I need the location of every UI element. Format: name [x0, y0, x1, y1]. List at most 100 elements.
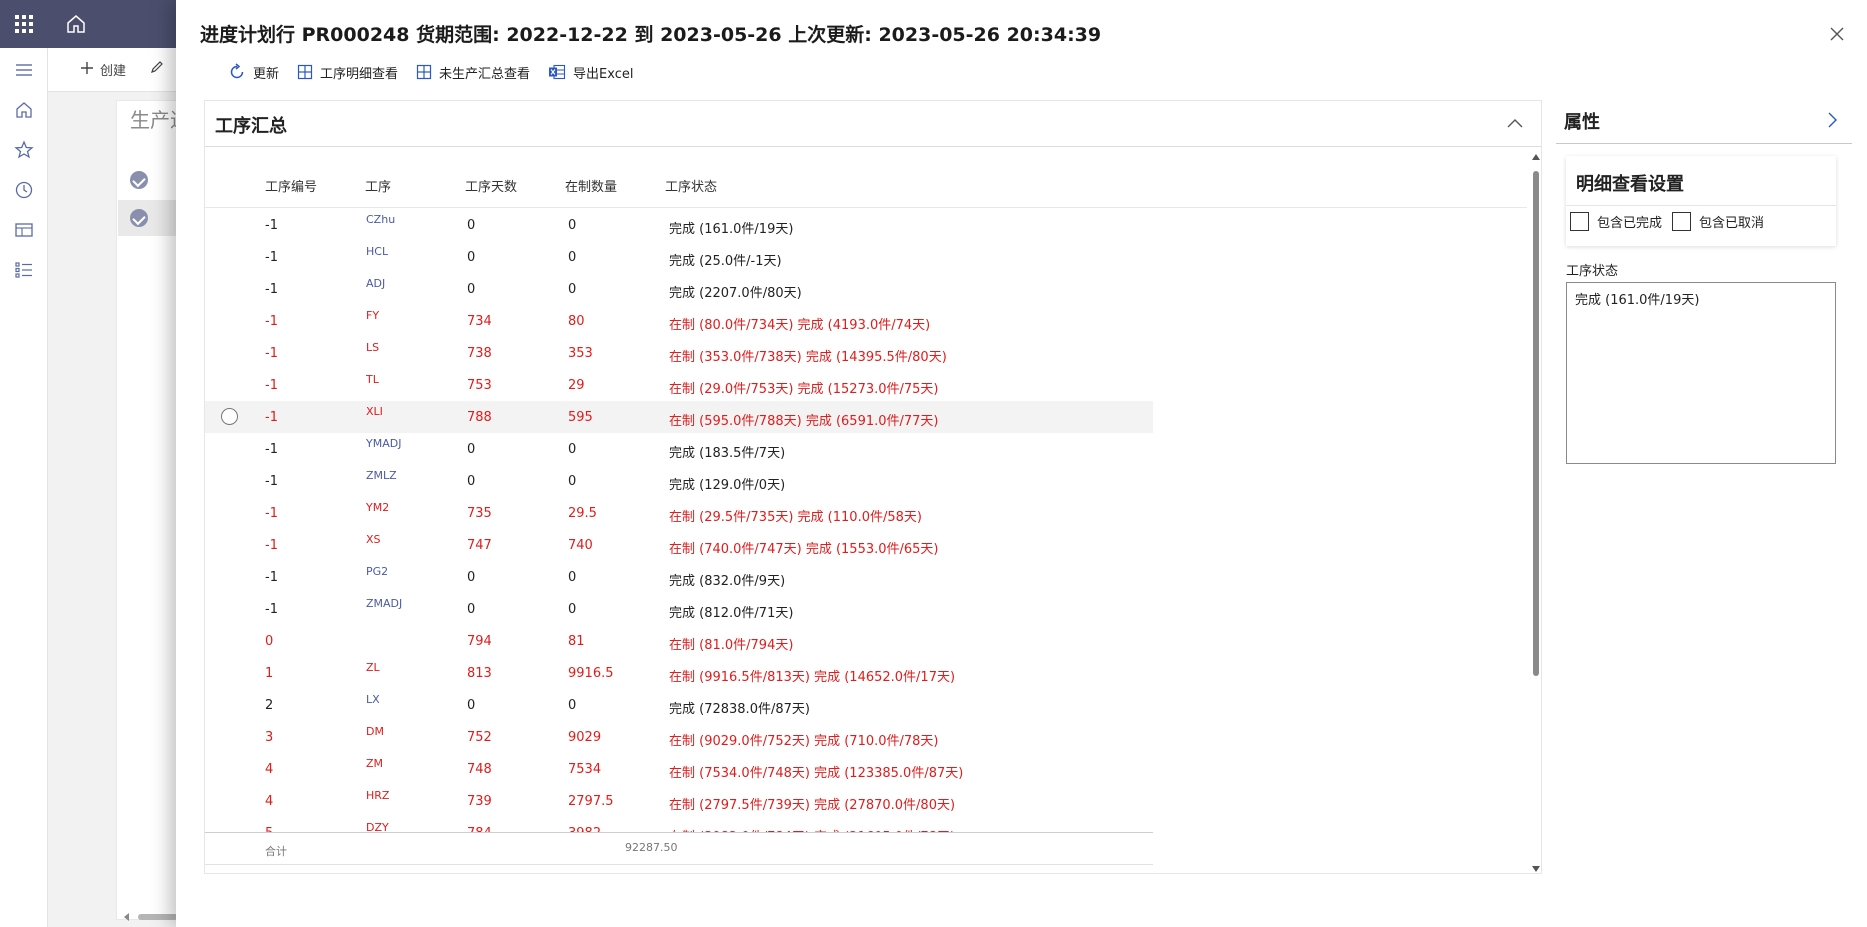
- process-status-cell: 完成 (129.0件/0天): [669, 478, 786, 493]
- list-icon[interactable]: [14, 260, 34, 280]
- include-completed-checkbox[interactable]: 包含已完成: [1570, 212, 1662, 231]
- table-row[interactable]: -1 XS 747 740 在制 (740.0件/747天) 完成 (1553.0件/6…: [205, 529, 1153, 561]
- process-status-cell: 完成 (812.0件/71天): [669, 606, 794, 621]
- process-status-cell: 在制 (9029.0件/752天) 完成 (710.0件/78天): [669, 734, 939, 749]
- unproduced-summary-button[interactable]: 未生产汇总查看: [416, 63, 530, 82]
- plus-icon: [80, 61, 94, 79]
- process-code-cell: -1: [265, 442, 278, 457]
- column-header-status[interactable]: 工序状态: [665, 176, 717, 195]
- excel-icon: [548, 64, 566, 80]
- home-icon[interactable]: [14, 100, 34, 120]
- column-header-days[interactable]: 工序天数: [465, 176, 517, 195]
- process-days-cell: 0: [467, 570, 476, 585]
- table-row[interactable]: 4 HRZ 739 2797.5 在制 (2797.5件/739天) 完成 (27870…: [205, 785, 1153, 817]
- home-icon[interactable]: [64, 12, 88, 36]
- column-header-wip-qty[interactable]: 在制数量: [565, 176, 617, 195]
- refresh-button[interactable]: 更新: [228, 63, 279, 82]
- chevron-right-icon[interactable]: [1822, 110, 1842, 130]
- wip-qty-cell: 0: [568, 474, 577, 489]
- process-days-cell: 752: [467, 730, 492, 745]
- grid-footer-row: 合计 92287.50: [205, 832, 1153, 865]
- chevron-up-icon[interactable]: [1505, 114, 1525, 134]
- grid-vertical-scrollbar[interactable]: [1530, 151, 1542, 873]
- detail-view-settings-card: 明细查看设置 包含已完成 包含已取消: [1566, 156, 1836, 246]
- process-days-cell: 734: [467, 314, 492, 329]
- process-days-cell: 735: [467, 506, 492, 521]
- check-circle-icon: [130, 171, 148, 189]
- checkbox-box[interactable]: [1672, 212, 1691, 231]
- section-title: 工序汇总: [215, 116, 287, 137]
- table-row[interactable]: -1 ADJ 0 0 完成 (2207.0件/80天): [205, 273, 1153, 305]
- grid-body: -1 CZhu 0 0 完成 (161.0件/19天) -1 HCL 0 0 完成 (25.0件/…: [205, 209, 1527, 849]
- process-days-cell: 813: [467, 666, 492, 681]
- card-title: 明细查看设置: [1576, 174, 1684, 195]
- process-detail-label: 工序明细查看: [320, 66, 399, 82]
- process-days-cell: 0: [467, 442, 476, 457]
- footer-total-label: 合计: [265, 845, 287, 858]
- process-status-cell: 完成 (72838.0件/87天): [669, 702, 810, 717]
- table-row[interactable]: -1 ZMLZ 0 0 完成 (129.0件/0天): [205, 465, 1153, 497]
- process-name-cell: ZMADJ: [366, 597, 403, 610]
- table-row[interactable]: 0 794 81 在制 (81.0件/794天): [205, 625, 1153, 657]
- edit-button[interactable]: [150, 60, 164, 78]
- process-detail-button[interactable]: 工序明细查看: [297, 63, 398, 82]
- scrollbar-thumb[interactable]: [1533, 171, 1539, 676]
- process-code-cell: 0: [265, 634, 274, 649]
- column-header-process[interactable]: 工序: [365, 176, 391, 195]
- table-row[interactable]: -1 YMADJ 0 0 完成 (183.5件/7天): [205, 433, 1153, 465]
- table-row[interactable]: 4 ZM 748 7534 在制 (7534.0件/748天) 完成 (123385.0…: [205, 753, 1153, 785]
- scroll-down-icon[interactable]: [1531, 863, 1541, 873]
- process-status-cell: 完成 (2207.0件/80天): [669, 286, 802, 301]
- wip-qty-cell: 0: [568, 570, 577, 585]
- process-name-cell: HRZ: [366, 789, 390, 802]
- process-code-cell: -1: [265, 410, 278, 425]
- include-cancelled-checkbox[interactable]: 包含已取消: [1672, 212, 1764, 231]
- status-textarea[interactable]: 完成 (161.0件/19天): [1566, 282, 1836, 464]
- table-row[interactable]: -1 HCL 0 0 完成 (25.0件/-1天): [205, 241, 1153, 273]
- refresh-icon: [228, 63, 246, 81]
- process-code-cell: -1: [265, 474, 278, 489]
- create-button[interactable]: 创建: [80, 60, 126, 79]
- wip-qty-cell: 353: [568, 346, 593, 361]
- process-name-cell: YMADJ: [366, 437, 402, 450]
- clock-icon[interactable]: [14, 180, 34, 200]
- table-row[interactable]: -1 XLI 788 595 在制 (595.0件/788天) 完成 (6591.0件/…: [205, 401, 1153, 433]
- column-header-code[interactable]: 工序编号: [265, 176, 317, 195]
- scroll-up-icon[interactable]: [1531, 151, 1541, 161]
- menu-icon[interactable]: [14, 60, 34, 80]
- table-row[interactable]: -1 TL 753 29 在制 (29.0件/753天) 完成 (15273.0件/75…: [205, 369, 1153, 401]
- close-icon[interactable]: [1823, 20, 1851, 48]
- process-code-cell: 1: [265, 666, 274, 681]
- table-row[interactable]: -1 ZMADJ 0 0 完成 (812.0件/71天): [205, 593, 1153, 625]
- process-status-cell: 完成 (25.0件/-1天): [669, 254, 782, 269]
- row-select-radio[interactable]: [221, 408, 238, 425]
- table-row[interactable]: -1 FY 734 80 在制 (80.0件/734天) 完成 (4193.0件/74天…: [205, 305, 1153, 337]
- table-row[interactable]: -1 LS 738 353 在制 (353.0件/738天) 完成 (14395.5件/…: [205, 337, 1153, 369]
- footer-total-value: 92287.50: [625, 841, 678, 854]
- table-row[interactable]: -1 PG2 0 0 完成 (832.0件/9天): [205, 561, 1153, 593]
- dashboard-icon[interactable]: [14, 220, 34, 240]
- process-name-cell: CZhu: [366, 213, 396, 226]
- wip-qty-cell: 740: [568, 538, 593, 553]
- process-code-cell: -1: [265, 282, 278, 297]
- process-code-cell: -1: [265, 346, 278, 361]
- table-row[interactable]: 1 ZL 813 9916.5 在制 (9916.5件/813天) 完成 (14652.…: [205, 657, 1153, 689]
- properties-title: 属性: [1564, 112, 1600, 133]
- export-excel-button[interactable]: 导出Excel: [548, 63, 633, 82]
- process-status-cell: 在制 (2797.5件/739天) 完成 (27870.0件/80天): [669, 798, 956, 813]
- process-days-cell: 0: [467, 218, 476, 233]
- process-code-cell: -1: [265, 506, 278, 521]
- wip-qty-cell: 29: [568, 378, 585, 393]
- table-row[interactable]: -1 YM2 735 29.5 在制 (29.5件/735天) 完成 (110.0件/5…: [205, 497, 1153, 529]
- process-name-cell: YM2: [366, 501, 390, 514]
- app-grid-icon[interactable]: [14, 14, 34, 34]
- process-status-cell: 在制 (595.0件/788天) 完成 (6591.0件/77天): [669, 414, 939, 429]
- star-icon[interactable]: [14, 140, 34, 160]
- checkbox-box[interactable]: [1570, 212, 1589, 231]
- table-row[interactable]: 2 LX 0 0 完成 (72838.0件/87天): [205, 689, 1153, 721]
- table-row[interactable]: 3 DM 752 9029 在制 (9029.0件/752天) 完成 (710.0件/7…: [205, 721, 1153, 753]
- wip-qty-cell: 81: [568, 634, 585, 649]
- table-row[interactable]: -1 CZhu 0 0 完成 (161.0件/19天): [205, 209, 1153, 241]
- wip-qty-cell: 80: [568, 314, 585, 329]
- properties-panel: 属性 明细查看设置 包含已完成 包含已取消 工序状态 完成 (161.0件/19…: [1556, 100, 1852, 874]
